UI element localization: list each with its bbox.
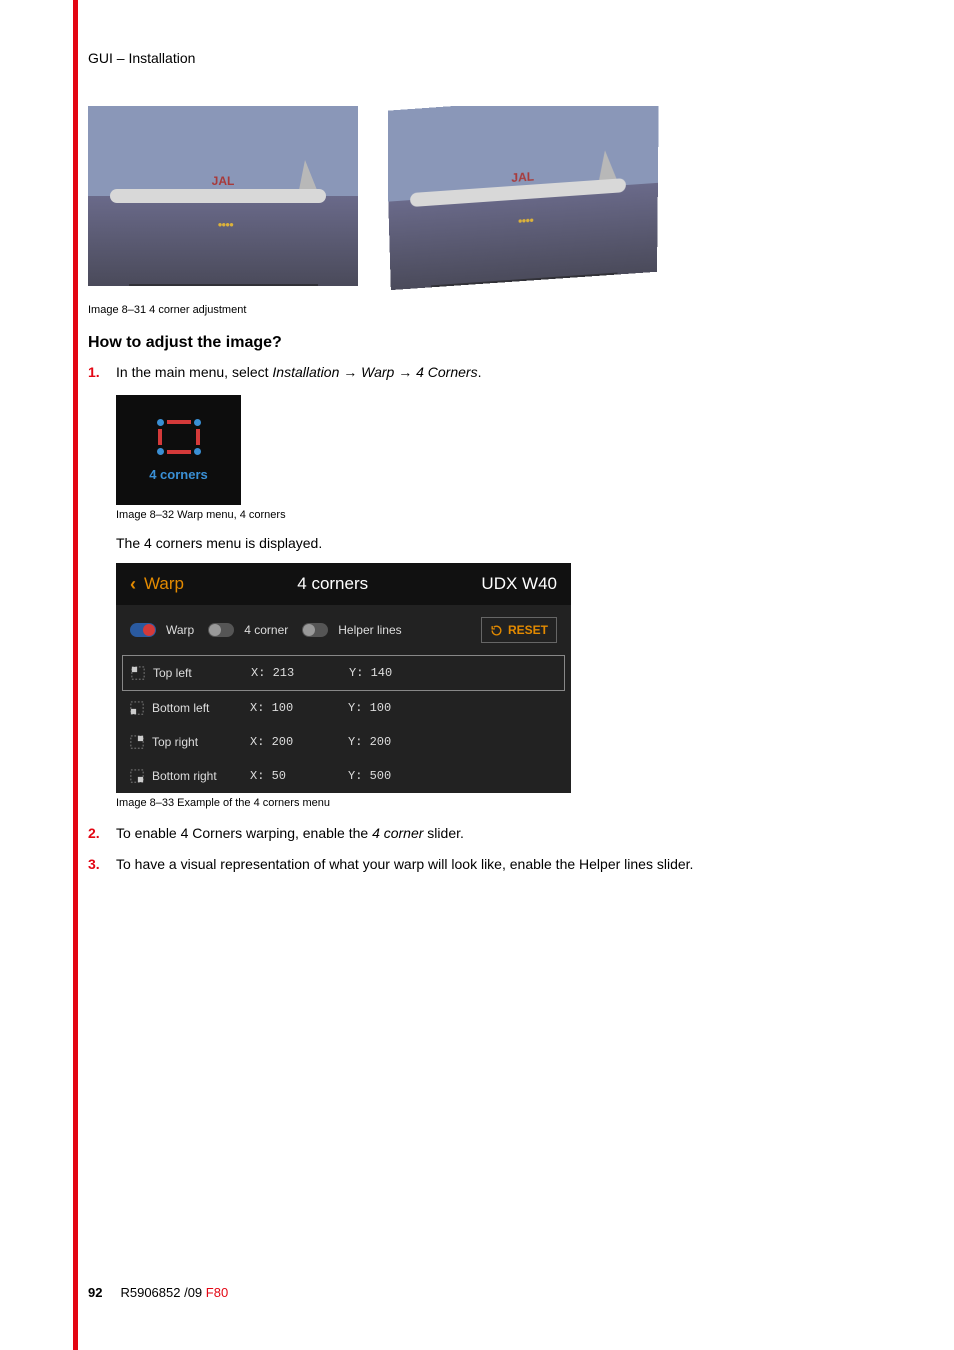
reset-icon: [490, 624, 503, 637]
corner-x-value: X: 200: [250, 735, 340, 749]
figure-8-32-caption: Image 8–32 Warp menu, 4 corners: [116, 509, 878, 521]
figure-8-31: JAL ●●●● JAL ●●●●: [88, 106, 878, 296]
step-text-post: .: [478, 364, 482, 380]
helper-lines-toggle-label: Helper lines: [338, 623, 401, 637]
emphasis: 4 corner: [372, 825, 423, 841]
doc-code-black: R5906852 /09: [120, 1285, 202, 1300]
corner-x-value: X: 213: [251, 666, 341, 680]
step-text-pre: To enable 4 Corners warping, enable the: [116, 825, 372, 841]
runway-lights: ●●●●: [218, 214, 248, 222]
menu-tile-4-corners[interactable]: 4 corners: [116, 395, 241, 505]
corner-top-left-icon: [131, 666, 145, 680]
plane-fuselage: [110, 189, 326, 203]
step-number: 1.: [88, 362, 116, 383]
corner-row-top-left[interactable]: Top left X: 213 Y: 140: [122, 655, 565, 691]
figure-8-31-right-wrap: JAL ●●●●: [388, 106, 678, 296]
four-corner-toggle[interactable]: [208, 623, 234, 637]
page-number: 92: [88, 1285, 102, 1300]
plane-tail: [598, 150, 616, 181]
plane-logo: JAL: [212, 174, 235, 188]
step-number: 2.: [88, 823, 116, 844]
corner-row-top-right[interactable]: Top right X: 200 Y: 200: [116, 725, 571, 759]
corner-bottom-left-icon: [130, 701, 144, 715]
figure-8-31-left: JAL ●●●●: [88, 106, 358, 286]
figure-8-31-right: JAL ●●●●: [388, 106, 659, 290]
panel-toggle-row: Warp 4 corner Helper lines RESET: [116, 605, 571, 655]
page-accent-bar: [73, 0, 78, 1350]
corner-row-bottom-right[interactable]: Bottom right X: 50 Y: 500: [116, 759, 571, 793]
step-text: To enable 4 Corners warping, enable the …: [116, 823, 878, 844]
figure-8-31-caption: Image 8–31 4 corner adjustment: [88, 304, 878, 316]
page-content: GUI – Installation JAL ●●●● JAL ●●●● Ima…: [88, 50, 878, 885]
plane-tail: [299, 160, 317, 190]
section-heading: How to adjust the image?: [88, 334, 878, 352]
four-corners-menu-panel: ‹ Warp 4 corners UDX W40 Warp 4 corner H…: [116, 563, 571, 793]
corner-x-value: X: 100: [250, 701, 340, 715]
corner-y-value: Y: 100: [348, 701, 438, 715]
corner-label: Top right: [152, 735, 242, 749]
page-footer: 92 R5906852 /09 F80: [88, 1285, 228, 1300]
helper-lines-toggle[interactable]: [302, 623, 328, 637]
running-header: GUI – Installation: [88, 50, 878, 66]
runway-line: [431, 273, 617, 288]
breadcrumb-warp[interactable]: Warp: [144, 574, 184, 594]
corner-y-value: Y: 500: [348, 769, 438, 783]
corner-x-value: X: 50: [250, 769, 340, 783]
panel-title: 4 corners: [184, 574, 481, 594]
corner-y-value: Y: 200: [348, 735, 438, 749]
step-1: 1. In the main menu, select Installation…: [88, 362, 878, 383]
back-chevron-icon[interactable]: ‹: [130, 574, 136, 595]
step-2: 2. To enable 4 Corners warping, enable t…: [88, 823, 878, 844]
doc-code: R5906852 /09 F80: [120, 1285, 228, 1300]
corner-row-bottom-left[interactable]: Bottom left X: 100 Y: 100: [116, 691, 571, 725]
menu-path: Installation → Warp → 4 Corners: [272, 364, 477, 380]
warp-toggle[interactable]: [130, 623, 156, 637]
runway-lights: ●●●●: [518, 208, 548, 218]
corner-label: Top left: [153, 666, 243, 680]
step-3: 3. To have a visual representation of wh…: [88, 854, 878, 875]
corner-y-value: Y: 140: [349, 666, 439, 680]
corner-bottom-right-icon: [130, 769, 144, 783]
menu-tile-label: 4 corners: [149, 467, 208, 482]
corner-label: Bottom left: [152, 701, 242, 715]
panel-header: ‹ Warp 4 corners UDX W40: [116, 563, 571, 605]
warp-toggle-label: Warp: [166, 623, 194, 637]
doc-code-red: F80: [206, 1285, 228, 1300]
step-text-pre: In the main menu, select: [116, 364, 272, 380]
runway-line: [129, 284, 318, 286]
reset-button[interactable]: RESET: [481, 617, 557, 643]
four-corner-toggle-label: 4 corner: [244, 623, 288, 637]
step-text: To have a visual representation of what …: [116, 854, 878, 875]
figure-8-33-caption: Image 8–33 Example of the 4 corners menu: [116, 797, 878, 809]
plane-logo: JAL: [511, 170, 534, 186]
step-text-post: slider.: [423, 825, 463, 841]
reset-label: RESET: [508, 623, 548, 637]
corner-top-right-icon: [130, 735, 144, 749]
device-name: UDX W40: [481, 574, 557, 594]
step-text: In the main menu, select Installation → …: [116, 362, 878, 383]
corner-label: Bottom right: [152, 769, 242, 783]
four-corners-icon: [157, 419, 201, 455]
step-number: 3.: [88, 854, 116, 875]
displayed-text: The 4 corners menu is displayed.: [116, 535, 878, 551]
